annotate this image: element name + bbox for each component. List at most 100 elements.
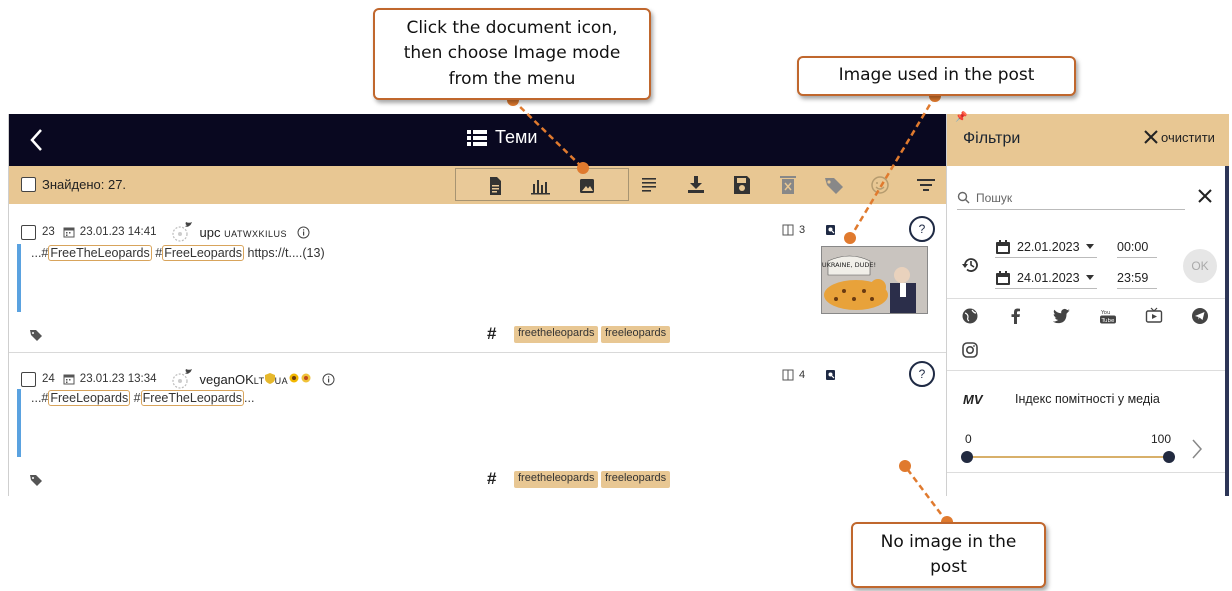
youtube-icon[interactable]: You Tube — [1099, 307, 1117, 325]
select-all-checkbox[interactable] — [21, 177, 36, 192]
post-text: ...# FreeLeopards # FreeTheLeopards... — [31, 390, 255, 406]
twitter-icon[interactable] — [1053, 307, 1071, 325]
tag-icon[interactable] — [29, 473, 43, 487]
info-icon[interactable] — [322, 373, 335, 386]
text-align-icon[interactable] — [639, 175, 661, 195]
flower-emoji-icon — [301, 373, 311, 382]
callout-line: Image used in the post — [838, 65, 1035, 86]
author-tail: UA — [274, 375, 289, 386]
svg-text:You: You — [1100, 310, 1110, 316]
select-all[interactable]: Знайдено: 27. — [21, 177, 126, 192]
post-header: 24 23.01.23 13:34 veganOKLT UA — [21, 367, 335, 391]
sort-filter-icon[interactable] — [915, 175, 937, 195]
tag-icon[interactable] — [823, 175, 845, 195]
post-comments-count[interactable]: 3 — [781, 223, 805, 237]
text-part: https://t....(13) — [244, 246, 325, 260]
document-search-icon[interactable] — [825, 224, 837, 236]
search-input[interactable]: Пошук — [957, 186, 1185, 210]
globe-icon[interactable] — [961, 307, 979, 325]
svg-text:Tube: Tube — [1101, 318, 1116, 324]
post-date: 23.01.23 13:34 — [79, 373, 157, 385]
close-icon[interactable] — [1197, 188, 1213, 204]
hashtag-chip[interactable]: freeleopards — [601, 326, 671, 343]
dropdown-arrow-icon — [1085, 243, 1094, 249]
chevron-right-icon[interactable] — [1191, 438, 1203, 460]
toolbar: Знайдено: 27. — [9, 166, 947, 204]
main-panel: Теми Знайдено: 27. 23 23.01.23 14:41 upc… — [8, 114, 947, 496]
download-icon[interactable] — [685, 175, 707, 195]
post-card[interactable]: 24 23.01.23 13:34 veganOKLT UA ...# Free… — [9, 353, 947, 496]
history-icon[interactable] — [961, 256, 979, 274]
info-icon[interactable] — [297, 226, 310, 239]
image-icon[interactable] — [576, 176, 598, 196]
mv-badge: MV — [963, 392, 983, 407]
tag-icon[interactable] — [29, 328, 43, 342]
instagram-icon[interactable] — [961, 341, 979, 359]
facebook-icon[interactable] — [1007, 307, 1025, 325]
save-icon[interactable] — [731, 175, 753, 195]
time-to-input[interactable]: 23:59 — [1117, 267, 1157, 289]
sentiment-button[interactable]: ? — [909, 216, 935, 242]
hashtag-chip[interactable]: freetheleopards — [514, 471, 599, 488]
date-to-picker[interactable]: 24.01.2023 — [995, 267, 1097, 289]
search-placeholder: Пошук — [976, 190, 1013, 205]
callout-image-used: Image used in the post — [797, 56, 1076, 96]
post-checkbox[interactable] — [21, 224, 36, 240]
pin-icon[interactable]: 📌 — [955, 112, 967, 123]
book-icon — [782, 224, 794, 236]
post-checkbox[interactable] — [21, 371, 36, 387]
slider-min-handle[interactable] — [961, 451, 973, 463]
time-from-input[interactable]: 00:00 — [1117, 236, 1157, 258]
callout-line: from the menu — [448, 68, 576, 89]
dropdown-arrow-icon — [1085, 274, 1094, 280]
count-value: 4 — [799, 369, 806, 381]
post-accent-bar — [17, 244, 21, 312]
telegram-icon[interactable] — [1191, 307, 1209, 325]
cartoon-image: UKRAINE, DUDE! — [822, 247, 927, 313]
smiley-icon[interactable] — [869, 175, 891, 195]
bar-chart-icon[interactable] — [530, 176, 552, 196]
post-date: 23.01.23 14:41 — [79, 226, 157, 238]
hashtag-chip[interactable]: freeleopards — [601, 471, 671, 488]
back-arrow-icon[interactable] — [27, 126, 47, 154]
avatar-twitter-icon[interactable] — [171, 220, 195, 244]
clear-filters-button[interactable]: очистити — [1143, 129, 1215, 145]
tv-icon[interactable] — [1145, 307, 1163, 325]
text-part: ... — [244, 391, 255, 405]
post-author: upc UATWXKILUS — [200, 225, 287, 240]
text-part: # — [130, 391, 141, 405]
date-from-picker[interactable]: 22.01.2023 — [995, 236, 1097, 258]
slider-track[interactable] — [967, 456, 1169, 458]
text-part: ...# — [31, 391, 49, 405]
callout-document-icon: Click the document icon, then choose Ima… — [373, 8, 651, 100]
date-to-value: 24.01.2023 — [1017, 270, 1080, 285]
divider — [947, 472, 1229, 473]
post-image[interactable]: UKRAINE, DUDE! — [821, 246, 928, 314]
divider — [947, 370, 1229, 371]
hashtag-chip[interactable]: freetheleopards — [514, 326, 599, 343]
hashtag-highlight: FreeLeopards — [48, 390, 131, 406]
filters-header: 📌 Фільтри очистити — [947, 112, 1229, 166]
post-card[interactable]: 23 23.01.23 14:41 upc UATWXKILUS ...# Fr… — [9, 206, 947, 352]
top-bar: Теми — [9, 114, 947, 166]
hashtag-icon: # — [487, 469, 497, 488]
avatar-twitter-icon[interactable] — [171, 367, 195, 391]
text-part: # — [151, 246, 163, 260]
hashtag-highlight: FreeTheLeopards — [140, 390, 245, 406]
post-comments-count[interactable]: 4 — [781, 368, 805, 382]
scrollbar[interactable] — [1225, 166, 1229, 496]
calendar-icon — [996, 270, 1010, 285]
callout-line: post — [930, 557, 967, 577]
document-icon[interactable] — [484, 176, 506, 196]
date-to-row: 24.01.2023 23:59 — [995, 267, 1157, 289]
filters-title: Фільтри — [963, 130, 1021, 147]
author-name: upc — [199, 224, 221, 240]
page-title-text: Теми — [495, 127, 538, 147]
ok-button[interactable]: OK — [1183, 249, 1217, 283]
close-icon — [1144, 130, 1158, 144]
slider-max-handle[interactable] — [1163, 451, 1175, 463]
document-search-icon[interactable] — [825, 369, 837, 381]
calendar-icon — [63, 227, 75, 238]
delete-icon[interactable] — [777, 175, 799, 195]
sentiment-button[interactable]: ? — [909, 361, 935, 387]
